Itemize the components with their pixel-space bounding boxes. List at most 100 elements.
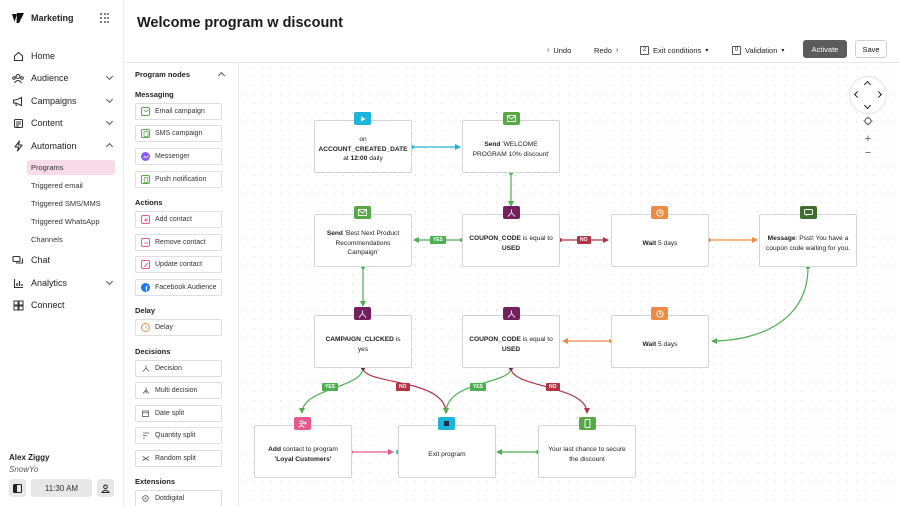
redo-button[interactable]: Redo ›	[594, 44, 618, 56]
app-switcher-icon[interactable]	[100, 13, 110, 23]
nav-label: Connect	[31, 300, 65, 310]
decision-op: is equal to	[522, 335, 553, 343]
sms-icon	[141, 129, 150, 138]
nav-item-campaigns[interactable]: Campaigns	[12, 93, 114, 109]
save-button[interactable]: Save	[855, 40, 887, 58]
exit-conditions-label: Exit conditions	[653, 45, 702, 55]
node-remove-contact[interactable]: Remove contact	[135, 234, 222, 251]
trigger-at: at	[343, 155, 349, 163]
nav-item-connect[interactable]: Connect	[12, 297, 114, 313]
validation-dropdown[interactable]: 0 Validation ▾	[732, 44, 784, 56]
node-multi-decision[interactable]: Multi decision	[135, 382, 222, 399]
decision-field: COUPON_CODE	[469, 335, 521, 343]
node-label: Dotdigital	[155, 495, 185, 502]
nav-item-chat[interactable]: Chat	[12, 252, 114, 268]
section-extensions: Extensions	[135, 477, 176, 486]
node-facebook-audience[interactable]: Facebook Audience	[135, 279, 222, 296]
message-node[interactable]: Message: Psst! You have a coupon code wa…	[759, 214, 857, 267]
node-label: SMS campaign	[155, 130, 203, 137]
node-label: Add contact	[155, 216, 192, 223]
pan-left-icon[interactable]	[853, 90, 862, 99]
undo-button[interactable]: ‹ Undo	[547, 44, 571, 56]
email-icon	[503, 112, 520, 125]
pan-up-icon[interactable]	[863, 80, 872, 89]
campaign-clicked-node[interactable]: CAMPAIGN_CLICKED is yes	[314, 315, 412, 368]
node-add-contact[interactable]: Add contact	[135, 211, 222, 228]
node-date-split[interactable]: Date split	[135, 405, 222, 422]
email-icon	[354, 206, 371, 219]
node-email-campaign[interactable]: Email campaign	[135, 103, 222, 120]
clock-icon	[141, 323, 150, 332]
section-decisions: Decisions	[135, 347, 171, 356]
node-decision[interactable]: Decision	[135, 360, 222, 377]
sub-item-programs[interactable]: Programs	[27, 160, 115, 175]
user-org: SnowYo	[9, 465, 39, 474]
wait-node[interactable]: Wait 5 days	[611, 214, 709, 267]
megaphone-icon	[12, 95, 24, 107]
sidebar-toggle-button[interactable]	[9, 479, 26, 497]
node-sms-campaign[interactable]: SMS campaign	[135, 125, 222, 142]
exit-conditions-dropdown[interactable]: 2 Exit conditions ▾	[640, 44, 708, 56]
send-best-text: 'Best Next Product Recommendations Campa…	[335, 229, 400, 257]
collapse-panel-icon[interactable]	[217, 71, 226, 80]
nav-item-home[interactable]: Home	[12, 48, 114, 64]
trigger-node[interactable]: on ACCOUNT_CREATED_DATE at 12:00 daily	[314, 120, 412, 173]
add-contact-icon	[141, 215, 150, 224]
exit-program-node[interactable]: Exit program	[398, 425, 496, 478]
node-random-split[interactable]: Random split	[135, 450, 222, 467]
nav-item-analytics[interactable]: Analytics	[12, 275, 114, 291]
nav-item-automation[interactable]: Automation	[12, 138, 114, 154]
trigger-on: on	[359, 135, 367, 143]
add-program: 'Loyal Customers'	[274, 455, 332, 463]
wait-node-2[interactable]: Wait 5 days	[611, 315, 709, 368]
nav-label: Home	[31, 51, 56, 61]
nav-label: Analytics	[31, 278, 68, 288]
send-best-node[interactable]: Send 'Best Next Product Recommendations …	[314, 214, 412, 267]
analytics-icon	[12, 277, 24, 289]
pan-down-icon[interactable]	[863, 101, 872, 110]
last-chance-text: Your last chance to secure the discount	[548, 445, 626, 463]
audience-icon	[12, 72, 24, 84]
send-welcome-node[interactable]: Send 'WELCOME PROGRAM 10% discount'	[462, 120, 560, 173]
sub-item-channels[interactable]: Channels	[27, 232, 115, 247]
canvas-pan-control[interactable]	[849, 76, 887, 114]
node-delay[interactable]: Delay	[135, 319, 222, 336]
nav-item-content[interactable]: Content	[12, 115, 114, 131]
pan-right-icon[interactable]	[874, 90, 883, 99]
node-messenger[interactable]: Messenger	[135, 148, 222, 165]
clock-icon	[651, 307, 668, 320]
user-profile-button[interactable]	[97, 479, 114, 497]
recenter-icon[interactable]	[861, 116, 875, 129]
node-quantity-split[interactable]: Quantity split	[135, 427, 222, 444]
sub-item-triggered-sms[interactable]: Triggered SMS/MMS	[27, 196, 115, 211]
decision-field: CAMPAIGN_CLICKED	[325, 335, 394, 343]
chevron-down-icon	[105, 72, 114, 81]
email-icon	[141, 107, 150, 116]
sub-item-triggered-whatsapp[interactable]: Triggered WhatsApp	[27, 214, 115, 229]
sidebar-toggle-icon	[13, 483, 22, 493]
zoom-in-button[interactable]: +	[861, 133, 875, 145]
brand[interactable]: Marketing	[11, 11, 74, 25]
add-text: contact to program	[282, 445, 338, 453]
chevron-left-icon: ‹	[547, 46, 550, 54]
nav-item-audience[interactable]: Audience	[12, 70, 114, 86]
node-update-contact[interactable]: Update contact	[135, 256, 222, 273]
sub-item-triggered-email[interactable]: Triggered email	[27, 178, 115, 193]
random-split-icon	[141, 454, 150, 463]
validation-label: Validation	[745, 45, 778, 55]
node-label: Delay	[155, 324, 173, 331]
node-label: Random split	[155, 455, 196, 462]
add-contact-node[interactable]: Add contact to program 'Loyal Customers'	[254, 425, 352, 478]
activate-button[interactable]: Activate	[803, 40, 847, 58]
coupon-decision-node[interactable]: COUPON_CODE is equal to USED	[462, 214, 560, 267]
zoom-out-button[interactable]: −	[861, 147, 875, 159]
program-nodes-panel: Program nodes Messaging Email campaign S…	[124, 63, 239, 506]
last-chance-node[interactable]: Your last chance to secure the discount	[538, 425, 636, 478]
decision-icon	[141, 364, 150, 373]
node-label: Messenger	[155, 153, 190, 160]
decision-value: USED	[501, 244, 521, 252]
node-label: Decision	[155, 365, 182, 372]
coupon-decision-node-2[interactable]: COUPON_CODE is equal to USED	[462, 315, 560, 368]
node-dotdigital[interactable]: Dotdigital	[135, 490, 222, 506]
node-push-notification[interactable]: Push notification	[135, 171, 222, 188]
